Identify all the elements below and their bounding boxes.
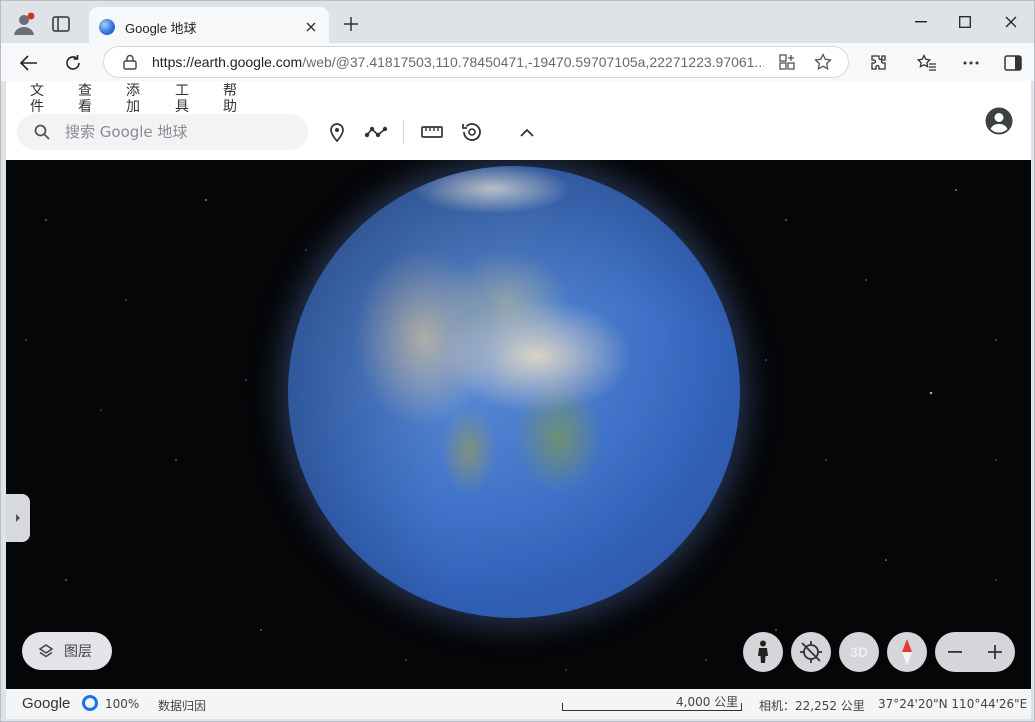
toggle-3d-label: 3D xyxy=(850,644,868,660)
reload-icon[interactable] xyxy=(59,49,87,77)
url-text[interactable]: https://earth.google.com/web/@37.4181750… xyxy=(152,54,764,70)
layers-icon xyxy=(38,644,54,658)
account-avatar-icon[interactable] xyxy=(984,106,1014,136)
google-earth-page: 文件 查看 添加 工具 帮助 搜索 Google 地球 图层 3D xyxy=(6,81,1031,689)
new-tab-icon[interactable] xyxy=(339,12,363,36)
toggle-3d-button[interactable]: 3D xyxy=(839,632,879,672)
close-tab-icon[interactable] xyxy=(301,17,321,37)
earth-globe[interactable] xyxy=(288,166,740,618)
location-off-icon xyxy=(800,641,822,663)
measure-ruler-icon[interactable] xyxy=(419,119,445,145)
minimize-icon[interactable] xyxy=(899,7,943,37)
menu-add[interactable]: 添加 xyxy=(126,83,142,113)
sidebar-toggle-icon[interactable] xyxy=(999,49,1027,77)
close-window-icon[interactable] xyxy=(989,7,1033,37)
zoom-in-icon[interactable] xyxy=(975,632,1015,672)
lock-icon[interactable] xyxy=(120,52,140,72)
search-box[interactable] xyxy=(17,114,308,150)
search-input[interactable] xyxy=(65,123,285,141)
status-bar: Google 100% 数据归因 4,000 公里 相机：22,252 公里 3… xyxy=(6,689,1031,719)
zoom-out-icon[interactable] xyxy=(935,632,975,672)
search-icon xyxy=(34,124,50,140)
extensions-icon[interactable] xyxy=(865,49,893,77)
expand-panel-chevron-right-icon[interactable] xyxy=(6,494,30,542)
zoom-control xyxy=(935,632,1015,672)
tab-title: Google 地球 xyxy=(125,20,197,36)
my-location-button[interactable] xyxy=(791,632,831,672)
draw-path-icon[interactable] xyxy=(363,119,389,145)
favorites-icon[interactable] xyxy=(913,49,941,77)
tab-actions-icon[interactable] xyxy=(47,12,75,36)
profile-icon[interactable] xyxy=(11,11,37,37)
address-bar[interactable]: https://earth.google.com/web/@37.4181750… xyxy=(103,46,849,78)
toolbar-divider xyxy=(403,120,404,144)
menu-tools[interactable]: 工具 xyxy=(175,83,191,113)
tab-strip: Google 地球 xyxy=(1,1,1034,47)
load-percent: 100% xyxy=(105,697,140,711)
app-available-icon[interactable] xyxy=(774,49,800,75)
camera-altitude: 相机：22,252 公里 xyxy=(759,699,865,713)
scale-label: 4,000 公里 xyxy=(676,695,739,709)
coordinates-readout: 37°24'20"N 110°44'26"E xyxy=(878,697,1028,711)
layers-label: 图层 xyxy=(64,644,92,660)
more-options-icon[interactable] xyxy=(957,49,985,77)
favorite-star-icon[interactable] xyxy=(810,49,836,75)
url-host: https://earth.google.com xyxy=(152,54,303,70)
active-tab[interactable]: Google 地球 xyxy=(89,7,329,47)
menu-file[interactable]: 文件 xyxy=(30,83,46,113)
street-view-pegman-button[interactable] xyxy=(743,632,783,672)
earth-3d-viewer[interactable]: 图层 3D xyxy=(6,160,1031,689)
back-arrow-icon[interactable] xyxy=(15,49,43,77)
menu-bar: 文件 查看 添加 工具 帮助 xyxy=(6,81,1031,113)
layers-button[interactable]: 图层 xyxy=(22,632,112,670)
google-earth-favicon-icon xyxy=(99,19,115,35)
data-attribution-link[interactable]: 数据归因 xyxy=(158,697,206,714)
historical-imagery-icon[interactable] xyxy=(459,119,485,145)
google-logo: Google xyxy=(22,695,71,712)
browser-window: Google 地球 https://earth.google.com/web/@… xyxy=(0,0,1035,722)
compass-button[interactable] xyxy=(887,632,927,672)
browser-toolbar: https://earth.google.com/web/@37.4181750… xyxy=(1,43,1034,81)
menu-help[interactable]: 帮助 xyxy=(223,83,239,113)
loading-ring-icon xyxy=(82,695,98,711)
url-path: /web/@37.41817503,110.78450471,-19470.59… xyxy=(302,54,764,70)
add-placemark-icon[interactable] xyxy=(324,119,350,145)
menu-view[interactable]: 查看 xyxy=(78,83,94,113)
maximize-icon[interactable] xyxy=(943,7,987,37)
pegman-icon xyxy=(758,640,768,663)
collapse-chevron-up-icon[interactable] xyxy=(514,119,540,145)
compass-icon xyxy=(902,639,912,665)
